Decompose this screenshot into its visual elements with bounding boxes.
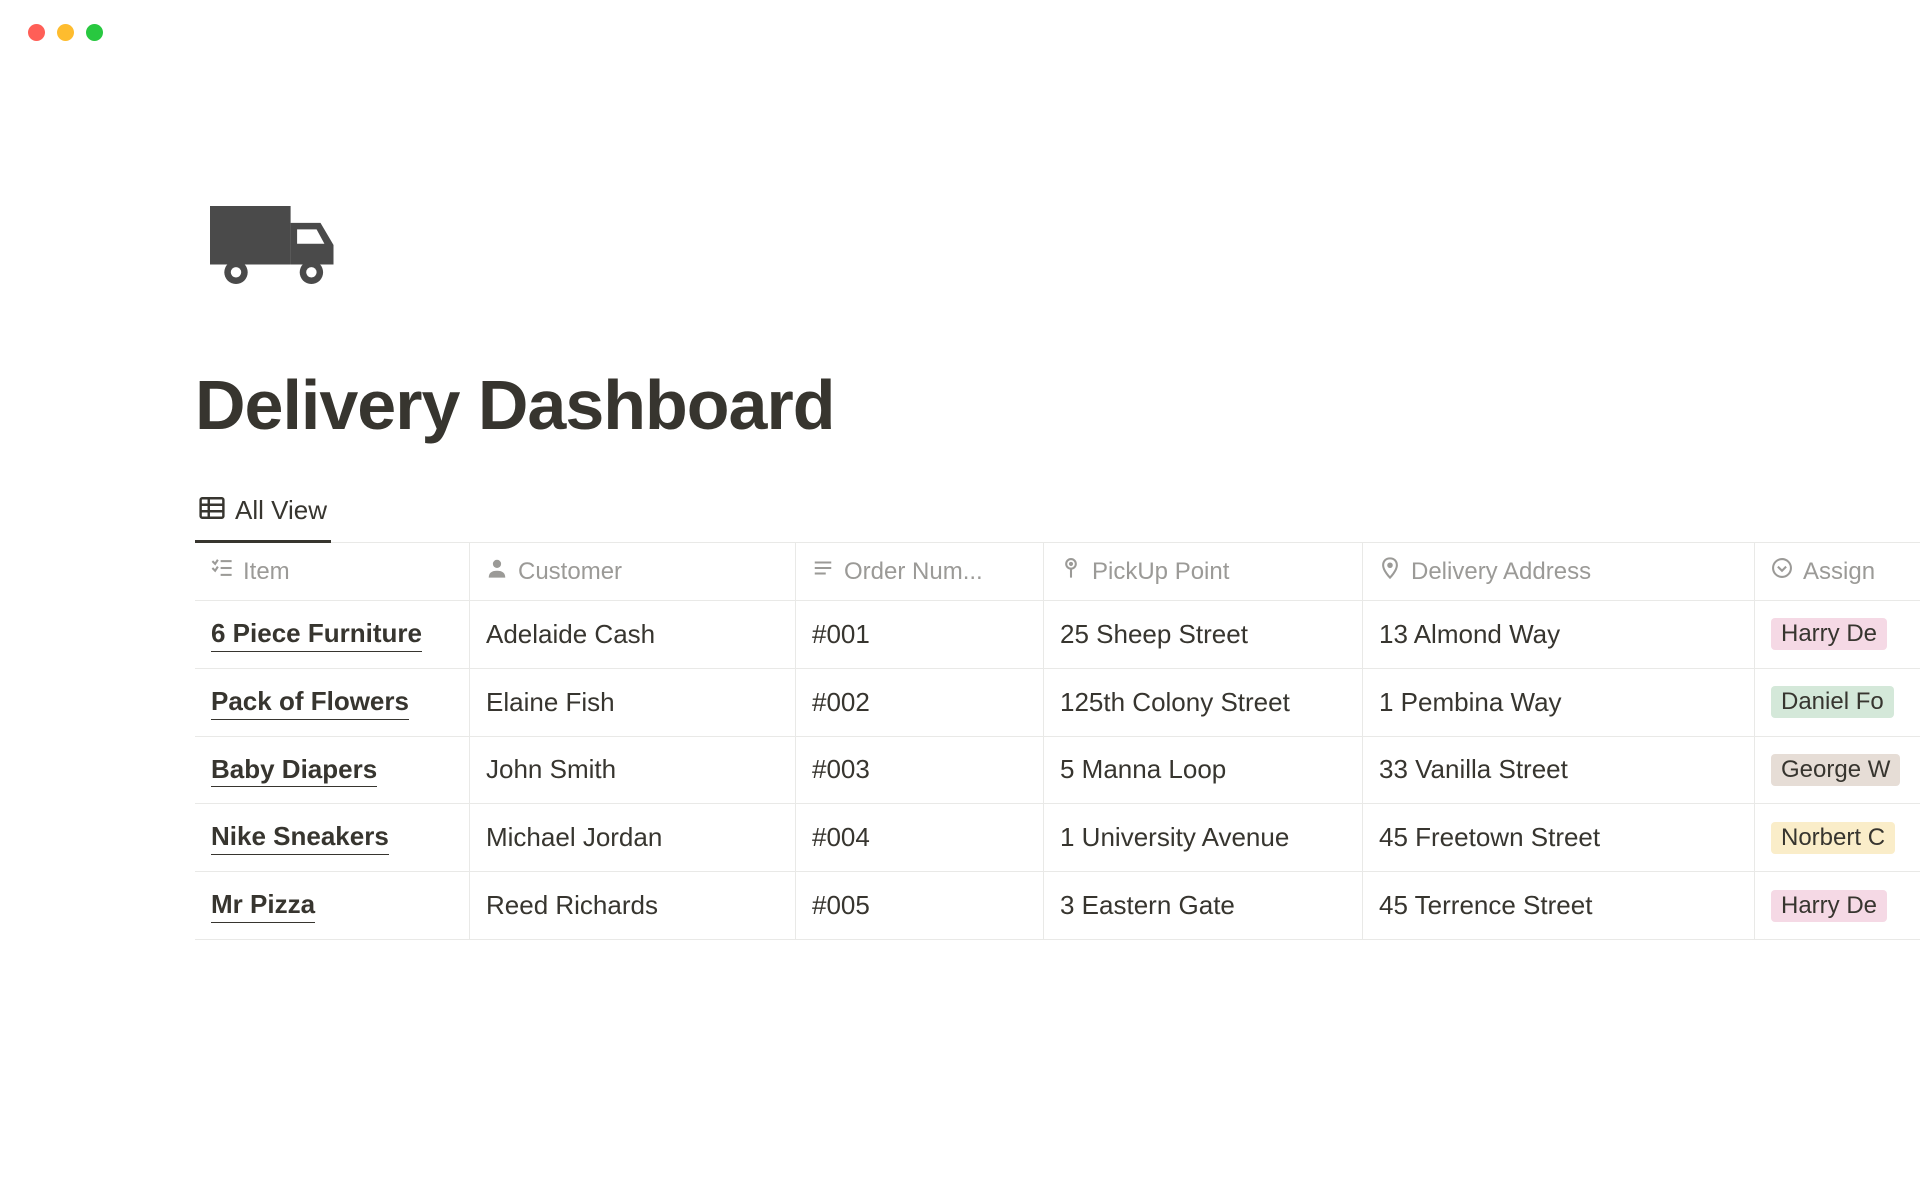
table-cell[interactable]: #005: [796, 872, 1044, 939]
table-cell[interactable]: 45 Terrence Street: [1363, 872, 1755, 939]
table-icon: [199, 495, 225, 526]
table-cell[interactable]: #002: [796, 669, 1044, 736]
assign-tag[interactable]: Harry De: [1771, 890, 1887, 922]
table-cell[interactable]: 6 Piece Furniture: [195, 601, 470, 668]
table-cell[interactable]: Baby Diapers: [195, 737, 470, 804]
page-content: Delivery Dashboard All View: [0, 65, 1920, 940]
column-header-order[interactable]: Order Num...: [796, 543, 1044, 600]
item-name-link[interactable]: Baby Diapers: [211, 753, 377, 788]
column-label: Assign: [1803, 558, 1875, 586]
table-row[interactable]: Mr Pizza Reed Richards#0053 Eastern Gate4…: [195, 872, 1920, 940]
table-cell[interactable]: John Smith: [470, 737, 796, 804]
table-row[interactable]: Pack of Flowers Elaine Fish#002125th Colo…: [195, 669, 1920, 737]
table-body: 6 Piece Furniture Adelaide Cash#00125 She…: [195, 601, 1920, 940]
table-cell[interactable]: 125th Colony Street: [1044, 669, 1363, 736]
table-cell[interactable]: Reed Richards: [470, 872, 796, 939]
pin-icon: [1060, 557, 1082, 586]
dropdown-circle-icon: [1771, 557, 1793, 586]
table-cell[interactable]: Adelaide Cash: [470, 601, 796, 668]
page-icon-truck[interactable]: [210, 195, 1920, 300]
table-cell[interactable]: 13 Almond Way: [1363, 601, 1755, 668]
table-cell[interactable]: 1 University Avenue: [1044, 804, 1363, 871]
page-title[interactable]: Delivery Dashboard: [195, 365, 1920, 445]
table-cell[interactable]: 45 Freetown Street: [1363, 804, 1755, 871]
table-cell[interactable]: #003: [796, 737, 1044, 804]
table-cell[interactable]: Michael Jordan: [470, 804, 796, 871]
truck-icon: [210, 195, 340, 295]
assign-tag[interactable]: Norbert C: [1771, 822, 1895, 854]
column-header-item[interactable]: Item: [195, 543, 470, 600]
window-minimize-button[interactable]: [57, 24, 74, 41]
table-cell[interactable]: #001: [796, 601, 1044, 668]
table-cell[interactable]: Mr Pizza: [195, 872, 470, 939]
table-row[interactable]: Baby Diapers John Smith#0035 Manna Loop33…: [195, 737, 1920, 805]
item-name-link[interactable]: Pack of Flowers: [211, 685, 409, 720]
table-cell[interactable]: Daniel Fo: [1755, 669, 1920, 736]
item-name-link[interactable]: 6 Piece Furniture: [211, 617, 422, 652]
column-label: Delivery Address: [1411, 558, 1591, 586]
table-header: Item Customer: [195, 543, 1920, 601]
item-name-link[interactable]: Nike Sneakers: [211, 820, 389, 855]
column-header-assign[interactable]: Assign: [1755, 543, 1920, 600]
column-label: PickUp Point: [1092, 558, 1229, 586]
assign-tag[interactable]: Daniel Fo: [1771, 686, 1894, 718]
column-label: Item: [243, 558, 290, 586]
view-tabs: All View: [195, 495, 1920, 543]
assign-tag[interactable]: Harry De: [1771, 618, 1887, 650]
window-close-button[interactable]: [28, 24, 45, 41]
column-label: Order Num...: [844, 558, 983, 586]
column-header-delivery[interactable]: Delivery Address: [1363, 543, 1755, 600]
data-table: Item Customer: [195, 543, 1920, 940]
person-icon: [486, 557, 508, 586]
table-cell[interactable]: Pack of Flowers: [195, 669, 470, 736]
table-cell[interactable]: #004: [796, 804, 1044, 871]
column-header-pickup[interactable]: PickUp Point: [1044, 543, 1363, 600]
column-header-customer[interactable]: Customer: [470, 543, 796, 600]
table-cell[interactable]: 3 Eastern Gate: [1044, 872, 1363, 939]
item-name-link[interactable]: Mr Pizza: [211, 888, 315, 923]
column-label: Customer: [518, 558, 622, 586]
lines-icon: [812, 557, 834, 586]
table-cell[interactable]: George W: [1755, 737, 1920, 804]
checklist-icon: [211, 557, 233, 586]
table-cell[interactable]: 1 Pembina Way: [1363, 669, 1755, 736]
view-tab-label: All View: [235, 495, 327, 526]
view-tab-all[interactable]: All View: [195, 495, 331, 543]
table-row[interactable]: 6 Piece Furniture Adelaide Cash#00125 She…: [195, 601, 1920, 669]
window-controls: [0, 0, 1920, 65]
table-cell[interactable]: Harry De: [1755, 872, 1920, 939]
table-cell[interactable]: 33 Vanilla Street: [1363, 737, 1755, 804]
location-icon: [1379, 557, 1401, 586]
table-cell[interactable]: Norbert C: [1755, 804, 1920, 871]
table-cell[interactable]: Harry De: [1755, 601, 1920, 668]
table-row[interactable]: Nike Sneakers Michael Jordan#0041 Univers…: [195, 804, 1920, 872]
table-cell[interactable]: Elaine Fish: [470, 669, 796, 736]
window-maximize-button[interactable]: [86, 24, 103, 41]
table-cell[interactable]: 25 Sheep Street: [1044, 601, 1363, 668]
table-cell[interactable]: 5 Manna Loop: [1044, 737, 1363, 804]
assign-tag[interactable]: George W: [1771, 754, 1900, 786]
table-cell[interactable]: Nike Sneakers: [195, 804, 470, 871]
